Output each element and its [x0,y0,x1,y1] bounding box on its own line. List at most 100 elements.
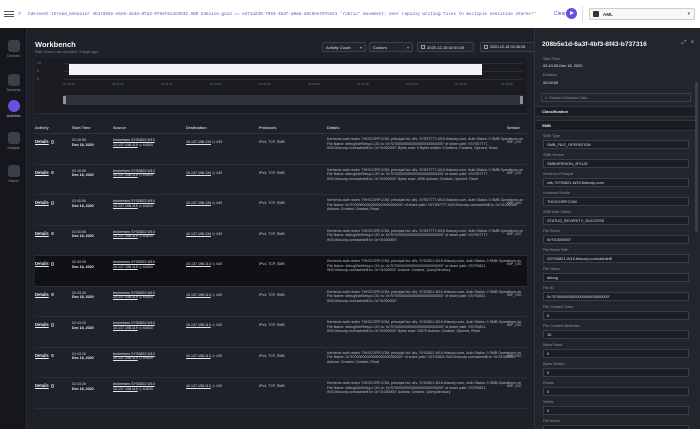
protocols-cell: IPv4, TCP, SMB [259,323,285,327]
destination-ip-link[interactable]: 10.137.198.134 [186,201,211,205]
table-row[interactable]: Details 02:43:26 Dec 18, 2020 brubertsen.SY… [35,317,527,348]
field-value[interactable]: 0 [543,349,689,358]
range-select[interactable]: Custom ▾ [369,42,413,52]
field-value[interactable]: debug [543,273,689,282]
col-protocols[interactable]: Protocols [259,126,277,130]
start-date-input[interactable]: 2020-12-18 02:40:26 [417,42,474,52]
table-row[interactable]: Details 02:40:56 Dec 18, 2020 brubertsen.SY… [35,195,527,226]
table-row[interactable]: Details 02:43:26 Dec 18, 2020 brubertsen.SY… [35,256,527,287]
query-input[interactable]: Cdeleset.thread_behavior 4b47d94e-e6c6-4… [28,12,548,17]
field-label: File Share Path [543,248,569,252]
start-date: Dec 18, 2020 [72,173,94,178]
end-date-input[interactable]: 2020-12-18 02:45:08 [480,42,535,52]
field-value[interactable]: 0 [543,368,689,377]
field-value[interactable]: SMB_FILE_OPERATION [543,140,689,149]
source-ip-link[interactable]: 10.137.198.119 [113,356,138,360]
protocols-cell: IPv4, TCP, SMB [259,353,285,358]
info-icon [50,292,55,297]
classification-section[interactable]: Classification [535,106,695,117]
slider-handle-right[interactable] [520,96,523,104]
timeline-range-slider[interactable] [63,95,523,105]
source-port: 64800 [142,386,153,391]
table-row[interactable]: Details 02:43:26 Dec 18, 2020 brubertsen.SY… [35,348,527,378]
details-link[interactable]: Details [35,231,55,237]
field-value[interactable] [543,425,689,429]
details-link[interactable]: Details [35,261,55,267]
clear-button[interactable]: Clear [554,11,566,17]
source-ip-link[interactable]: 10.137.198.119 [113,326,138,330]
destination-ip-link[interactable]: 10.137.198.113 [186,384,211,388]
field-value[interactable]: 0 [543,387,689,396]
run-query-button[interactable] [566,8,577,19]
field-value[interactable]: 0x"01000000" [543,235,689,244]
source-host-link[interactable]: brubertsen.SYS0822.W10 [113,230,155,234]
nav-item-insights[interactable]: Insights [0,132,27,150]
destination-ip-link[interactable]: 10.137.198.113 [186,262,211,266]
nav-item-export[interactable]: Export [0,165,27,183]
details-link[interactable]: Details [35,170,55,176]
nav-item-domains[interactable]: Domains [0,74,27,92]
details-link[interactable]: Details [35,200,55,206]
activity-timeline[interactable]: 10 5 0 02:40:30 02:41:00 02:41:30 02:42:… [35,58,527,114]
table-row[interactable]: Details 02:43:26 Dec 18, 2020 brubertsen.SY… [35,378,527,409]
source-ip-link[interactable]: 10.137.198.119 [113,295,138,299]
field-label: Writes [543,400,554,404]
source-host-link[interactable]: brubertsen.SYS0822.W10 [113,352,155,356]
source-host-link[interactable]: brubertsen.SYS0822.W10 [113,382,155,386]
field-value[interactable]: STATUS_SEVERITY_SUCCESS [543,216,689,225]
details-link[interactable]: Details [35,292,55,298]
source-ip-link[interactable]: 10.137.198.119 [113,234,138,238]
source-host-link[interactable]: brubertsen.SYS0822.W10 [113,169,155,173]
source-ip-link[interactable]: 10.137.198.119 [113,204,138,208]
source-host-link[interactable]: brubertsen.SYS0822.W10 [113,291,155,295]
col-source[interactable]: Source [113,126,126,130]
workspace-selector[interactable]: AML ▾ [589,8,695,20]
table-row[interactable]: Details 02:40:56 Dec 18, 2020 brubertsen.SY… [35,134,527,165]
close-icon[interactable]: × [690,40,694,47]
field-value[interactable]: 0x"57000000000000000000000000" [543,292,689,301]
menu-icon[interactable] [4,9,14,19]
source-ip-link[interactable]: 10.137.198.119 [113,387,138,391]
col-start-time[interactable]: Start Time [72,126,91,130]
smb-section[interactable]: SMB [535,120,695,131]
destination-ip-link[interactable]: 10.137.198.134 [186,232,211,236]
destination-ip-link[interactable]: 10.137.198.113 [186,354,211,358]
details-link[interactable]: Details [35,383,55,389]
source-ip-link[interactable]: 10.137.198.119 [113,265,138,269]
nav-item-activities[interactable]: Activities [0,100,27,118]
destination-ip-link[interactable]: 10.137.198.113 [186,293,211,297]
destination-ip-link[interactable]: 10.137.198.113 [186,323,211,327]
details-link[interactable]: Details [35,139,55,145]
destination-ip-link[interactable]: 10.137.198.134 [186,140,211,144]
source-ip-link[interactable]: 10.137.198.119 [113,173,138,177]
details-link[interactable]: Details [35,353,55,359]
field-value[interactable]: SMBVERSION_2PLUS [543,159,689,168]
range-value: Custom [373,44,387,50]
col-activity[interactable]: Activity [35,126,49,130]
col-details[interactable]: Details [327,126,339,130]
source-host-link[interactable]: brubertsen.SYS0822.W10 [113,321,155,325]
field-value[interactable]: THISCORP.COM [543,197,689,206]
source-host-link[interactable]: brubertsen.SYS0822.W10 [113,199,155,203]
source-host-link[interactable]: brubertsen.SYS0822.W10 [113,260,155,264]
table-row[interactable]: Details 02:43:26 Dec 18, 2020 brubertsen.SY… [35,287,527,317]
source-ip-link[interactable]: 10.137.198.119 [113,143,138,147]
nav-item-devices[interactable]: Devices [0,40,27,58]
field-value[interactable]: 0 [543,311,689,320]
group-by-select[interactable]: Activity Count ▾ [322,42,366,52]
col-sensor[interactable]: Sensor [507,126,520,130]
col-destination[interactable]: Destination [186,126,207,130]
field-value[interactable]: \\SYS0821-W10.thiscorp.com\admin$ [543,254,689,263]
field-value[interactable]: 0 [543,406,689,415]
panel-scrollbar[interactable] [695,82,698,232]
destination-ip-link[interactable]: 10.137.198.134 [186,171,211,175]
field-value[interactable]: 16 [543,330,689,339]
expand-icon[interactable]: ⤢ [682,40,687,47]
source-host-link[interactable]: brubertsen.SYS0822.W10 [113,138,155,142]
table-row[interactable]: Details 02:40:56 Dec 18, 2020 brubertsen.SY… [35,165,527,195]
extracted-data-search[interactable]: ⌕ Search Extracted Data [541,93,691,102]
details-link[interactable]: Details [35,322,55,328]
slider-handle-left[interactable] [63,96,66,104]
field-value[interactable]: cifs, SYS0821-W10.thiscorp.com [543,178,689,187]
table-row[interactable]: Details 02:40:56 Dec 18, 2020 brubertsen.SY… [35,226,527,256]
